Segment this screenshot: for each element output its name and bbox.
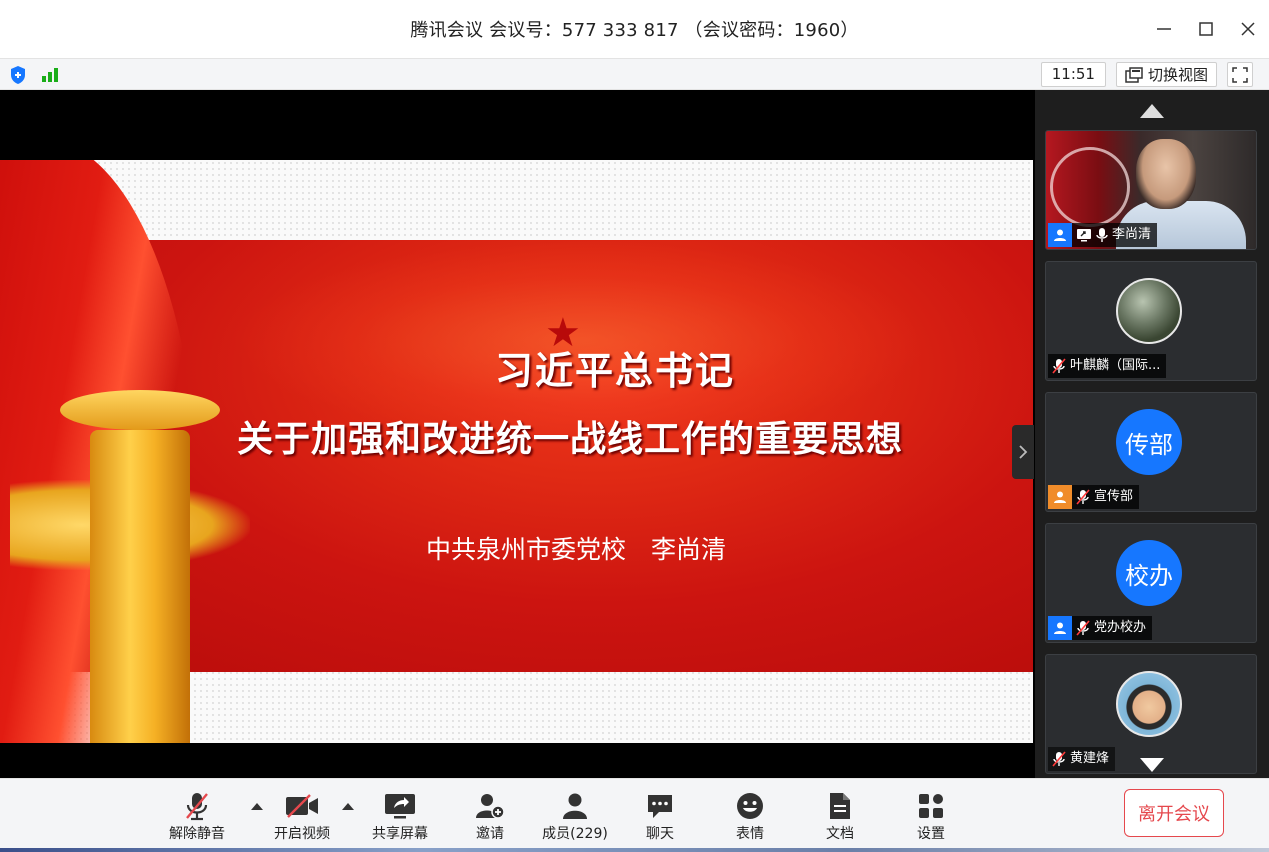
switch-view-button[interactable]: 切换视图	[1115, 62, 1217, 87]
user-icon	[1048, 616, 1072, 640]
network-signal-icon[interactable]	[38, 63, 62, 87]
emoji-icon	[737, 793, 763, 819]
title-bar: 腾讯会议 会议号：577 333 817 （会议密码：1960）	[0, 0, 1269, 58]
presentation-slide: ★ 习近平总书记 关于加强和改进统一战线工作的重要思想 中共泉州市委党校 李尚清	[0, 160, 1033, 743]
settings-button[interactable]: 设置	[896, 791, 966, 843]
unmute-button[interactable]: 解除静音	[162, 791, 232, 843]
mic-muted-icon	[1052, 358, 1066, 374]
participant-text-avatar: 传部	[1116, 409, 1182, 475]
document-icon	[830, 793, 850, 819]
minimize-button[interactable]	[1143, 9, 1185, 49]
scroll-down-arrow-icon[interactable]	[1140, 758, 1164, 772]
expand-panel-button[interactable]	[1012, 425, 1034, 479]
participant-tile[interactable]: 叶麒麟（国际...	[1045, 261, 1257, 381]
mic-muted-icon	[186, 793, 208, 821]
switch-view-icon	[1125, 66, 1143, 83]
security-shield-icon[interactable]	[6, 63, 30, 87]
fullscreen-button[interactable]	[1227, 62, 1253, 87]
minimize-icon	[1157, 28, 1171, 30]
participant-photo-avatar	[1116, 278, 1182, 344]
docs-label: 文档	[826, 826, 854, 842]
add-user-icon	[476, 794, 505, 819]
huabiao-pillar-image	[90, 430, 190, 743]
members-icon	[563, 793, 587, 819]
mic-muted-icon	[1052, 751, 1066, 767]
meeting-clock: 11:51	[1040, 62, 1106, 87]
reactions-label: 表情	[736, 826, 764, 842]
screen-share-icon	[1077, 229, 1091, 242]
slide-title-line1: 习近平总书记	[494, 349, 735, 393]
participant-tile[interactable]: 校办 党办校办	[1045, 523, 1257, 643]
slide-subtitle: 中共泉州市委党校 李尚清	[426, 535, 727, 564]
mic-muted-icon	[1076, 489, 1090, 505]
status-bar: 11:51 切换视图	[0, 58, 1269, 90]
meeting-toolbar: 解除静音 开启视频 共享屏幕 邀请 成员(229) 聊天 表情 文档 设置 离开…	[0, 778, 1269, 852]
maximize-button[interactable]	[1185, 9, 1227, 49]
members-label: 成员(229)	[542, 826, 608, 842]
close-button[interactable]	[1227, 9, 1269, 49]
invite-button[interactable]: 邀请	[455, 791, 525, 843]
participant-name: 党办校办	[1094, 620, 1147, 635]
window-title: 腾讯会议 会议号：577 333 817 （会议密码：1960）	[410, 20, 859, 41]
participant-photo-avatar	[1116, 671, 1182, 737]
switch-view-label: 切换视图	[1147, 66, 1208, 84]
mic-muted-icon	[1076, 620, 1090, 636]
members-button[interactable]: 成员(229)	[540, 791, 610, 843]
settings-grid-icon	[919, 794, 943, 818]
window-controls	[1143, 0, 1269, 58]
unmute-label: 解除静音	[169, 826, 225, 842]
participant-name: 叶麒麟（国际...	[1070, 358, 1161, 373]
participant-tile[interactable]: 传部 宣传部	[1045, 392, 1257, 512]
participant-text-avatar: 校办	[1116, 540, 1182, 606]
participant-video-panel: 李尚清 叶麒麟（国际... 传部 宣传部 校办 党办校办 黄建烽	[1035, 90, 1269, 778]
chat-button[interactable]: 聊天	[625, 791, 695, 843]
audio-options-caret-icon[interactable]	[251, 803, 263, 810]
video-options-caret-icon[interactable]	[342, 803, 354, 810]
chat-label: 聊天	[646, 826, 674, 842]
scroll-up-arrow-icon[interactable]	[1140, 104, 1164, 118]
share-screen-button[interactable]: 共享屏幕	[365, 791, 435, 843]
user-icon	[1048, 485, 1072, 509]
reactions-button[interactable]: 表情	[715, 791, 785, 843]
docs-button[interactable]: 文档	[805, 791, 875, 843]
start-video-label: 开启视频	[274, 826, 330, 842]
host-user-icon	[1048, 223, 1072, 247]
settings-label: 设置	[917, 826, 945, 842]
participant-name: 李尚清	[1112, 227, 1152, 242]
microphone-icon	[1096, 228, 1108, 242]
taskbar-edge	[0, 848, 1269, 852]
video-off-icon	[286, 794, 318, 818]
participant-tile[interactable]: 黄建烽	[1045, 654, 1257, 774]
participant-name: 黄建烽	[1070, 751, 1110, 766]
slide-title-line2: 关于加强和改进统一战线工作的重要思想	[237, 419, 904, 460]
leave-meeting-button[interactable]: 离开会议	[1124, 789, 1224, 837]
chat-icon	[648, 795, 672, 818]
participant-name: 宣传部	[1094, 489, 1134, 504]
maximize-icon	[1199, 22, 1213, 36]
fullscreen-icon	[1232, 66, 1248, 83]
invite-label: 邀请	[476, 826, 504, 842]
participant-tile[interactable]: 李尚清	[1045, 130, 1257, 250]
shared-screen-stage: ★ 习近平总书记 关于加强和改进统一战线工作的重要思想 中共泉州市委党校 李尚清	[0, 90, 1035, 778]
meeting-window: 腾讯会议 会议号：577 333 817 （会议密码：1960） 11:51 切…	[0, 0, 1269, 852]
share-screen-icon	[385, 794, 415, 819]
start-video-button[interactable]: 开启视频	[267, 791, 337, 843]
share-screen-label: 共享屏幕	[372, 826, 428, 842]
close-icon	[1241, 22, 1255, 36]
chevron-right-icon	[1019, 445, 1028, 459]
